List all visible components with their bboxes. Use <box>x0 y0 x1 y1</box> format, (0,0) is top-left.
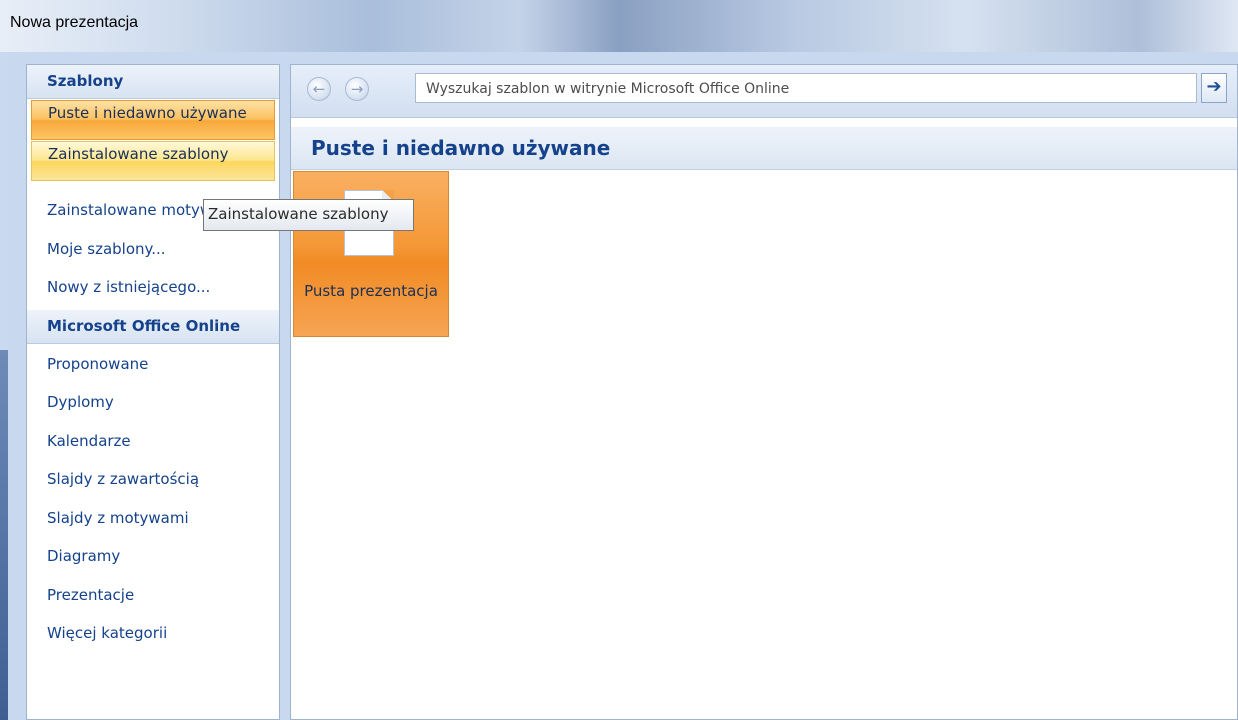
sidebar-item-content-slides[interactable]: Slajdy z zawartością <box>27 461 279 499</box>
category-sidebar: Szablony Puste i niedawno używane Zainst… <box>26 64 280 720</box>
template-tile-blank-presentation[interactable]: Pusta prezentacja <box>293 171 449 337</box>
content-panel: ← → ➔ Puste i niedawno używane Pusta pre… <box>290 64 1238 720</box>
sidebar-item-label: Zainstalowane szablony <box>48 145 229 163</box>
sidebar-item-label: Diagramy <box>47 547 121 565</box>
arrow-left-icon: ← <box>312 80 326 98</box>
sidebar-item-diplomas[interactable]: Dyplomy <box>27 384 279 422</box>
sidebar-item-label: Slajdy z zawartością <box>47 470 200 488</box>
tooltip: Zainstalowane szablony <box>203 199 414 231</box>
sidebar-item-my-templates[interactable]: Moje szablony... <box>27 231 279 269</box>
sidebar-item-label: Moje szablony... <box>47 240 166 258</box>
section-header-templates: Szablony <box>27 65 279 99</box>
search-input[interactable] <box>424 75 1188 103</box>
sidebar-item-label: Slajdy z motywami <box>47 509 189 527</box>
sidebar-item-label: Kalendarze <box>47 432 131 450</box>
sidebar-item-presentations[interactable]: Prezentacje <box>27 577 279 615</box>
arrow-right-icon: ➔ <box>1206 76 1222 97</box>
content-title: Puste i niedawno używane <box>311 136 611 160</box>
search-box <box>415 73 1197 103</box>
sidebar-item-label: Zainstalowane motywy <box>47 201 222 219</box>
content-header: Puste i niedawno używane <box>291 127 1237 170</box>
window-titlebar: Nowa prezentacja <box>0 0 1238 52</box>
navigation-bar: ← → ➔ <box>291 65 1237 118</box>
sidebar-item-calendars[interactable]: Kalendarze <box>27 423 279 461</box>
sidebar-item-theme-slides[interactable]: Slajdy z motywami <box>27 500 279 538</box>
sidebar-item-featured[interactable]: Proponowane <box>27 346 279 384</box>
sidebar-item-more-categories[interactable]: Więcej kategorii <box>27 615 279 653</box>
sidebar-item-label: Więcej kategorii <box>47 624 168 642</box>
section-header-office-online: Microsoft Office Online <box>27 310 279 344</box>
sidebar-item-blank-recent[interactable]: Puste i niedawno używane <box>31 100 275 140</box>
back-button[interactable]: ← <box>307 77 331 101</box>
forward-button[interactable]: → <box>345 77 369 101</box>
search-go-button[interactable]: ➔ <box>1201 73 1227 103</box>
sidebar-item-label: Nowy z istniejącego... <box>47 278 211 296</box>
sidebar-item-label: Proponowane <box>47 355 149 373</box>
window-title: Nowa prezentacja <box>10 14 139 31</box>
template-tile-label: Pusta prezentacja <box>304 282 438 300</box>
sidebar-item-diagrams[interactable]: Diagramy <box>27 538 279 576</box>
sidebar-item-label: Dyplomy <box>47 393 114 411</box>
window-edge-strip <box>0 350 8 720</box>
sidebar-item-installed-templates[interactable]: Zainstalowane szablony <box>31 141 275 181</box>
arrow-right-icon: → <box>350 80 364 98</box>
sidebar-item-new-from-existing[interactable]: Nowy z istniejącego... <box>27 269 279 307</box>
sidebar-item-label: Prezentacje <box>47 586 135 604</box>
sidebar-item-label: Puste i niedawno używane <box>48 104 247 122</box>
